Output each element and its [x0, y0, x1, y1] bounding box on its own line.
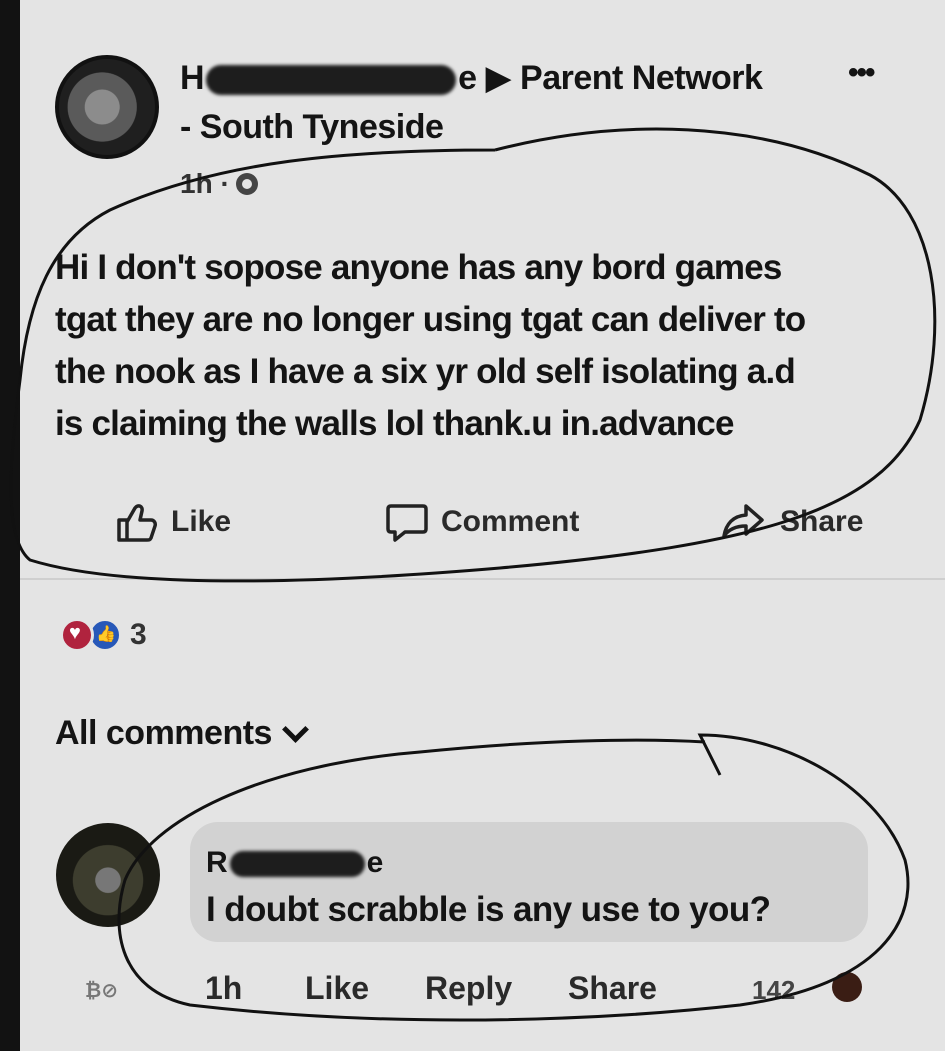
- reaction-count: 3: [130, 618, 147, 651]
- comments-filter[interactable]: All comments: [55, 714, 309, 753]
- comment-text: I doubt scrabble is any use to you?: [206, 890, 771, 929]
- post-line: is claiming the walls lol thank.u in.adv…: [55, 404, 734, 443]
- comment-bubble-icon: [386, 504, 428, 542]
- comment-time: 1h: [205, 970, 243, 1006]
- reaction-summary[interactable]: 3: [60, 618, 147, 652]
- post-line: tgat they are no longer using tgat can d…: [55, 300, 806, 339]
- chevron-down-icon: [282, 716, 309, 743]
- group-subtitle[interactable]: - South Tyneside: [180, 108, 444, 147]
- arrow-icon: ▶: [485, 59, 512, 97]
- comment-side-mark: ₿⊘: [85, 980, 119, 1002]
- share-button[interactable]: Share: [720, 500, 863, 544]
- post-line: Hi I don't sopose anyone has any bord ga…: [55, 248, 782, 287]
- post-header: He ▶ Parent Network: [180, 58, 763, 98]
- like-label: Like: [171, 505, 232, 538]
- actions-divider: [20, 578, 945, 580]
- comment-button[interactable]: Comment: [385, 500, 579, 544]
- comment-like-button[interactable]: Like: [305, 970, 369, 1007]
- comment-reply-button[interactable]: Reply: [425, 970, 512, 1007]
- love-reaction-icon: [60, 618, 94, 652]
- post-line: the nook as I have a six yr old self iso…: [55, 352, 796, 391]
- post-time: 1h ·: [180, 168, 258, 200]
- like-button[interactable]: Like: [115, 500, 231, 544]
- comment-reaction-icon: [832, 972, 862, 1002]
- share-arrow-icon: [722, 504, 764, 538]
- comment-reaction-count: 142: [752, 975, 796, 1005]
- redacted-name: [206, 65, 457, 96]
- author-avatar[interactable]: [55, 55, 159, 159]
- comment-label: Comment: [441, 505, 580, 538]
- more-options-button[interactable]: •••: [848, 56, 875, 90]
- group-name[interactable]: Parent Network: [520, 59, 763, 97]
- comments-filter-label: All comments: [55, 714, 272, 752]
- commenter-avatar[interactable]: [56, 823, 160, 927]
- commenter-name[interactable]: Re: [206, 846, 383, 880]
- globe-icon: [235, 173, 258, 195]
- redacted-name: [229, 851, 365, 878]
- author-name[interactable]: He: [180, 59, 477, 97]
- post-actions: Like Comment Share: [0, 500, 945, 560]
- share-label: Share: [780, 505, 864, 538]
- thumbs-up-icon: [117, 504, 157, 542]
- comment-share-button[interactable]: Share: [568, 970, 657, 1007]
- post-body: Hi I don't sopose anyone has any bord ga…: [55, 242, 925, 450]
